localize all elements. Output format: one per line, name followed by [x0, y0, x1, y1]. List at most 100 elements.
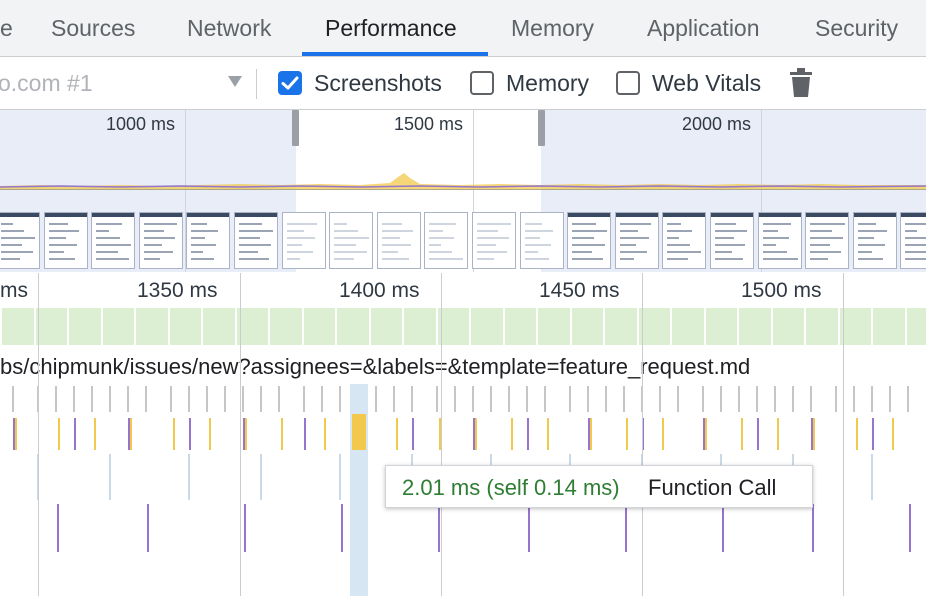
flame-event[interactable] [473, 418, 475, 450]
flame-event[interactable] [73, 386, 75, 412]
screenshot-thumbnail[interactable] [281, 212, 326, 269]
flame-event[interactable] [243, 418, 245, 450]
flame-event[interactable] [722, 504, 724, 552]
screenshot-thumbnail[interactable] [900, 212, 926, 269]
flame-event[interactable] [907, 386, 909, 412]
flame-event[interactable] [757, 418, 759, 450]
screenshot-filmstrip[interactable] [0, 210, 926, 272]
flame-event[interactable] [625, 504, 627, 552]
flame-event[interactable] [260, 454, 262, 500]
screenshot-thumbnail[interactable] [567, 212, 612, 269]
screenshot-thumbnail[interactable] [614, 212, 659, 269]
flame-event[interactable] [278, 386, 280, 412]
flame-event[interactable] [438, 504, 440, 552]
flame-event[interactable] [662, 418, 664, 450]
screenshot-thumbnail[interactable] [710, 212, 754, 269]
flame-event[interactable] [74, 418, 76, 450]
flame-event[interactable] [13, 418, 15, 450]
flame-event[interactable] [547, 418, 549, 450]
flame-event[interactable] [145, 386, 147, 412]
flame-event[interactable] [58, 418, 60, 450]
flame-event[interactable] [810, 386, 812, 412]
flame-event[interactable] [188, 454, 190, 500]
screenshot-thumbnail[interactable] [424, 212, 469, 269]
web-vitals-checkbox[interactable] [616, 71, 640, 95]
flame-event[interactable] [130, 418, 132, 450]
flame-event[interactable] [170, 386, 172, 412]
flame-event[interactable] [411, 386, 413, 412]
flame-event[interactable] [475, 418, 477, 450]
flame-event[interactable] [341, 504, 343, 552]
flame-event[interactable] [508, 386, 510, 412]
flame-event[interactable] [321, 386, 323, 412]
flame-event[interactable] [528, 504, 530, 552]
screenshots-checkbox[interactable] [278, 71, 302, 95]
flame-event[interactable] [813, 418, 815, 450]
flame-event[interactable] [756, 386, 758, 412]
flame-event[interactable] [304, 418, 306, 450]
flame-event[interactable] [472, 386, 474, 412]
flame-event[interactable] [55, 386, 57, 412]
flame-event[interactable] [15, 418, 17, 450]
flame-event[interactable] [605, 386, 607, 412]
flame-event[interactable] [705, 418, 707, 450]
flame-event[interactable] [244, 504, 246, 552]
flame-event[interactable] [774, 386, 776, 412]
tab-security[interactable]: Security [815, 0, 898, 56]
screenshot-thumbnail[interactable] [43, 212, 88, 269]
flame-event[interactable] [412, 418, 414, 450]
flame-event[interactable] [720, 386, 722, 412]
overview-right-handle[interactable] [538, 110, 545, 146]
flame-event[interactable] [375, 386, 377, 412]
screenshot-thumbnail[interactable] [234, 212, 278, 269]
screenshot-thumbnail[interactable] [376, 212, 421, 269]
flame-event[interactable] [511, 418, 513, 450]
flame-event[interactable] [590, 418, 592, 450]
flame-event[interactable] [792, 386, 794, 412]
flame-event[interactable] [623, 386, 625, 412]
flame-event[interactable] [871, 454, 873, 500]
flame-event[interactable] [91, 386, 93, 412]
flame-event[interactable] [393, 386, 395, 412]
screenshot-thumbnail[interactable] [138, 212, 183, 269]
flame-event[interactable] [281, 418, 283, 450]
flame-event[interactable] [702, 386, 704, 412]
flame-event[interactable] [588, 418, 590, 450]
flame-event[interactable] [812, 504, 814, 552]
screenshot-thumbnail[interactable] [91, 212, 136, 269]
flame-event[interactable] [242, 386, 244, 412]
flame-event[interactable] [396, 418, 398, 450]
tab-sources[interactable]: Sources [51, 0, 135, 56]
flame-event[interactable] [811, 418, 813, 450]
flame-event[interactable] [856, 418, 858, 450]
flame-event[interactable] [835, 386, 837, 412]
flame-event[interactable] [454, 386, 456, 412]
screenshot-thumbnail[interactable] [329, 212, 374, 269]
flame-event[interactable] [224, 386, 226, 412]
flame-event[interactable] [587, 386, 589, 412]
flame-event[interactable] [109, 386, 111, 412]
flame-event[interactable] [871, 386, 873, 412]
flame-event[interactable] [738, 386, 740, 412]
flame-event[interactable] [436, 386, 438, 412]
chevron-down-icon[interactable] [228, 76, 242, 88]
tab-network[interactable]: Network [187, 0, 271, 56]
screenshot-thumbnail[interactable] [805, 212, 850, 269]
flame-event[interactable] [173, 418, 175, 450]
flame-event[interactable] [57, 504, 59, 552]
memory-checkbox[interactable] [470, 71, 494, 95]
flame-event[interactable] [324, 418, 326, 450]
flame-event[interactable] [12, 386, 14, 412]
flame-event[interactable] [853, 386, 855, 412]
flame-event[interactable] [189, 418, 191, 450]
screenshot-thumbnail[interactable] [0, 212, 40, 269]
tab-memory[interactable]: Memory [511, 0, 594, 56]
flame-event[interactable] [260, 386, 262, 412]
screenshot-thumbnail[interactable] [662, 212, 707, 269]
flame-event[interactable] [909, 504, 911, 552]
flame-event[interactable] [109, 454, 111, 500]
flame-event[interactable] [659, 386, 661, 412]
timeline-overview[interactable]: 1000 ms 1500 ms 2000 ms [0, 110, 926, 272]
flame-event[interactable] [94, 418, 96, 450]
tab-application[interactable]: Application [647, 0, 760, 56]
